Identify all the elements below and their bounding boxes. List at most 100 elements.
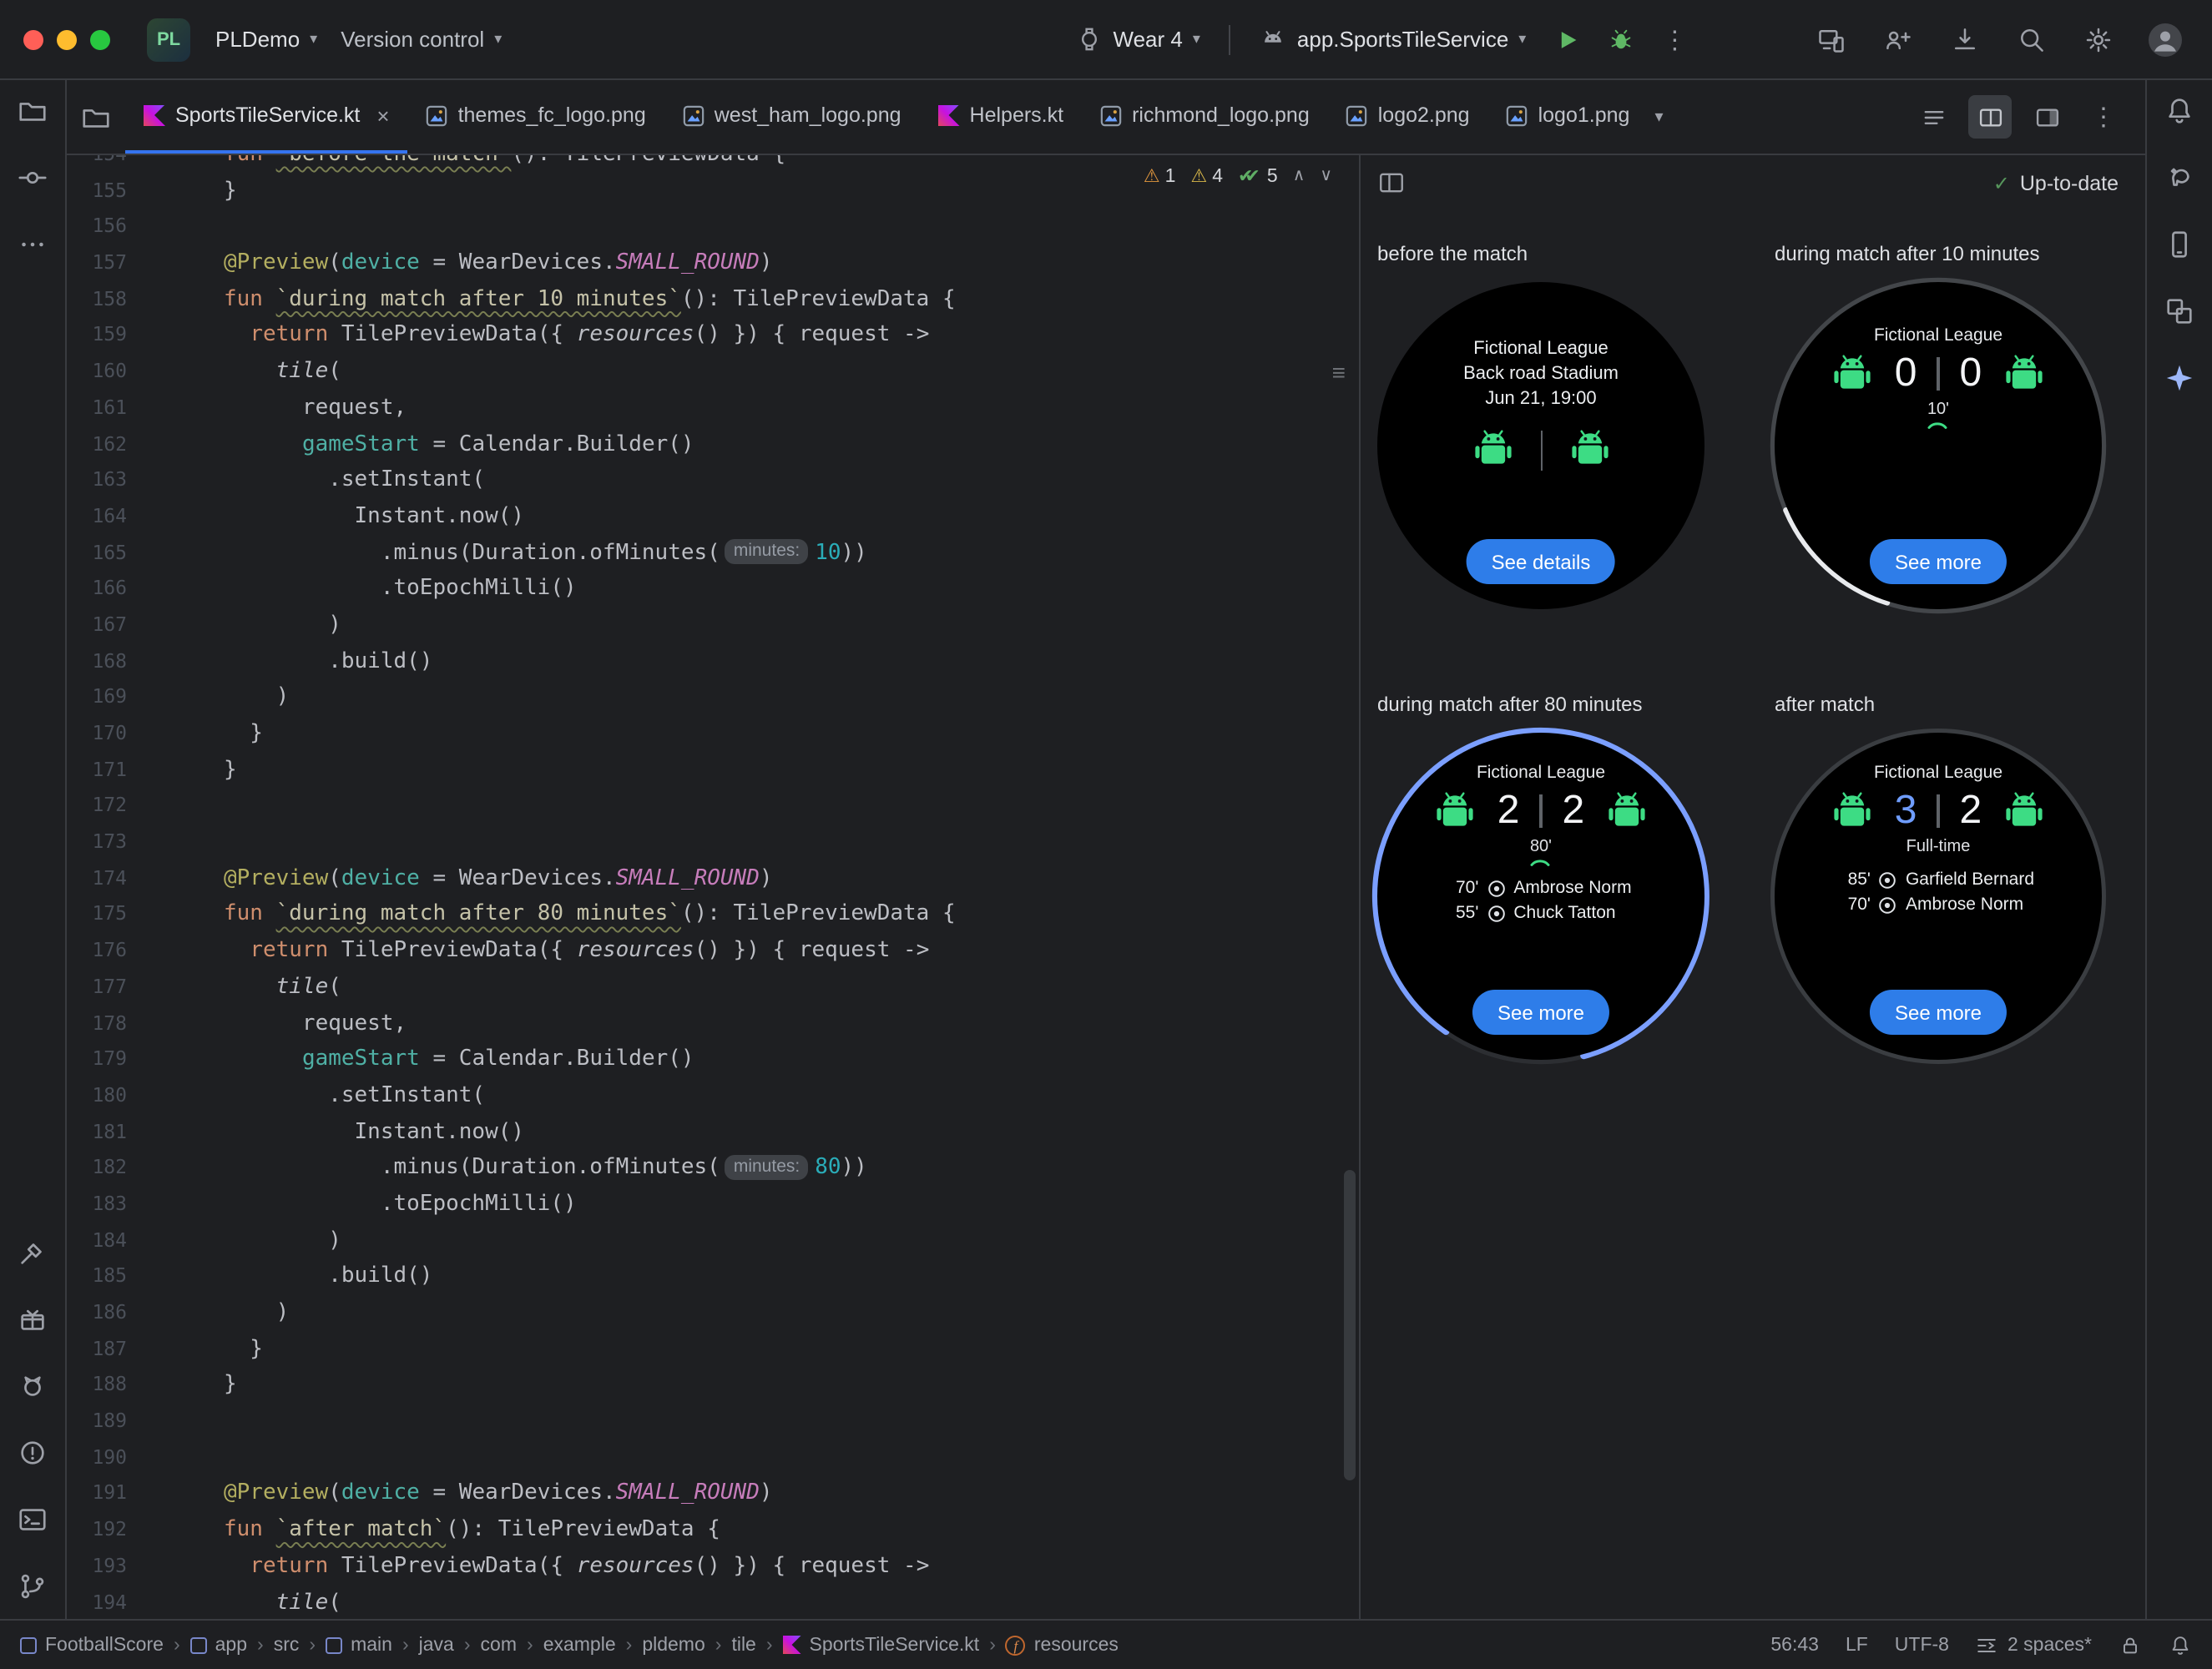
breadcrumb-item[interactable]: tile xyxy=(731,1635,755,1655)
code-line: 165 .minus(Duration.ofMinutes(minutes: 10… xyxy=(67,535,1349,571)
tab-Helpers.kt[interactable]: Helpers.kt xyxy=(920,80,1083,154)
breadcrumb-item[interactable]: example xyxy=(543,1635,616,1655)
zoom-window-button[interactable] xyxy=(90,29,110,49)
commit-icon[interactable] xyxy=(9,157,56,197)
cursor-position[interactable]: 56:43 xyxy=(1770,1635,1819,1655)
watch-device-icon xyxy=(1081,28,1097,51)
device-selector[interactable]: Wear 4 ▾ xyxy=(1063,18,1212,60)
sync-status-label: Up-to-date xyxy=(2019,172,2119,195)
more-actions-button[interactable]: ⋮ xyxy=(1651,16,1698,63)
watch-action-button[interactable]: See more xyxy=(1472,990,1610,1035)
breadcrumb-item[interactable]: f resources xyxy=(1005,1635,1119,1655)
run-button[interactable] xyxy=(1544,16,1591,63)
ball-icon xyxy=(1487,905,1505,921)
debug-button[interactable] xyxy=(1598,16,1644,63)
code-editor[interactable]: 154fun `before the match`(): TilePreview… xyxy=(67,155,1359,1619)
tab-logo2.png[interactable]: logo2.png xyxy=(1328,80,1488,154)
score-row: 32 xyxy=(1830,788,2047,834)
terminal-icon[interactable] xyxy=(9,1499,56,1539)
gemini-icon[interactable] xyxy=(2156,357,2203,397)
image-file-icon xyxy=(1507,104,1528,126)
code-line: 176 return TilePreviewData({ resources()… xyxy=(67,933,1349,969)
status-notifications-icon[interactable] xyxy=(2169,1633,2192,1656)
write-protect-icon[interactable] xyxy=(2119,1633,2142,1656)
breadcrumb-item[interactable]: java xyxy=(419,1635,454,1655)
preview-group-label: during match after 80 minutes xyxy=(1377,693,1643,716)
device-mirror-icon[interactable] xyxy=(1808,16,1855,63)
code-line: 158 fun `during match after 10 minutes`()… xyxy=(67,282,1349,318)
breadcrumb-item[interactable]: FootballScore xyxy=(20,1635,164,1655)
preview-layout-icon[interactable] xyxy=(2025,95,2068,139)
ball-icon xyxy=(1880,896,1896,913)
line-number: 172 xyxy=(92,793,127,817)
vcs-label: Version control xyxy=(341,27,485,52)
settings-icon[interactable] xyxy=(2075,16,2122,63)
breadcrumb-item[interactable]: main xyxy=(326,1635,392,1655)
vcs-menu[interactable]: Version control ▾ xyxy=(329,20,513,58)
project-selector[interactable]: PLDemo ▾ xyxy=(204,20,329,58)
next-problem-icon[interactable]: ∨ xyxy=(1320,167,1332,185)
line-separator[interactable]: LF xyxy=(1846,1635,1868,1655)
update-project-icon[interactable] xyxy=(1942,16,1988,63)
code-line: 171} xyxy=(67,752,1349,788)
code-text: tile( xyxy=(275,359,341,385)
profile-icon[interactable] xyxy=(2142,16,2189,63)
build-icon[interactable] xyxy=(9,1232,56,1272)
run-configuration-selector[interactable]: app.SportsTileService ▾ xyxy=(1247,18,1538,60)
code-text: .toEpochMilli() xyxy=(224,576,577,602)
watch-action-button[interactable]: See more xyxy=(1869,990,2007,1035)
preview-layout-mode-icon[interactable] xyxy=(1377,169,1406,197)
tab-west_ham_logo.png[interactable]: west_ham_logo.png xyxy=(664,80,920,154)
minimize-window-button[interactable] xyxy=(57,29,77,49)
prev-problem-icon[interactable]: ∧ xyxy=(1293,167,1305,185)
tab-richmond_logo.png[interactable]: richmond_logo.png xyxy=(1082,80,1328,154)
tab-SportsTileService.kt[interactable]: SportsTileService.kt × xyxy=(125,80,408,154)
breadcrumb-item[interactable]: pldemo xyxy=(642,1635,705,1655)
watch-action-button[interactable]: See more xyxy=(1869,539,2007,584)
editor-list-icon[interactable] xyxy=(1912,95,1955,139)
close-tab-icon[interactable]: × xyxy=(376,103,389,128)
resource-manager-icon[interactable] xyxy=(2156,290,2203,330)
code-text: .build() xyxy=(224,1263,433,1289)
notifications-icon[interactable] xyxy=(2156,90,2203,130)
project-icon[interactable] xyxy=(9,90,56,130)
watch-action-button[interactable]: See details xyxy=(1466,539,1616,584)
code-with-me-icon[interactable] xyxy=(1875,16,1922,63)
editor-scrollbar[interactable] xyxy=(1344,1170,1356,1480)
packages-icon[interactable] xyxy=(9,1298,56,1339)
breadcrumb-item[interactable]: src xyxy=(274,1635,300,1655)
scorers-list: 70' Ambrose Norm 55' Chuck Tatton xyxy=(1450,878,1632,923)
more-tools-icon[interactable] xyxy=(9,224,56,264)
indent-setting[interactable]: 2 spaces* xyxy=(1976,1633,2092,1656)
editor-actions-icon[interactable]: ≡ xyxy=(1332,359,1346,386)
tab-themes_fc_logo.png[interactable]: themes_fc_logo.png xyxy=(408,80,664,154)
code-line: 174 @Preview(device = WearDevices.SMALL_R… xyxy=(67,861,1349,897)
breadcrumb-item[interactable]: SportsTileService.kt xyxy=(782,1635,979,1655)
file-encoding[interactable]: UTF-8 xyxy=(1895,1635,1949,1655)
hidden-tabs-chevron-icon[interactable]: ▾ xyxy=(1654,108,1663,126)
tab-label: logo2.png xyxy=(1377,103,1470,127)
project-folder-icon[interactable] xyxy=(80,101,112,133)
breadcrumb-separator: › xyxy=(527,1635,533,1655)
version-control-icon[interactable] xyxy=(9,1566,56,1606)
watch-preview: before the match Fictional League Back roa… xyxy=(1377,242,1704,609)
inspections-widget[interactable]: ⚠ 1 ⚠ 4 ✔✔ 5 ∧ ∨ xyxy=(1144,165,1332,187)
watch-face: Fictional League 2 2 80' 70' Ambrose Norm 55' C… xyxy=(1371,727,1710,1065)
device-manager-icon[interactable] xyxy=(2156,224,2203,264)
split-editor-icon[interactable] xyxy=(1968,95,2012,139)
problems-icon[interactable] xyxy=(9,1432,56,1472)
tab-options-kebab-icon[interactable]: ⋮ xyxy=(2082,95,2125,139)
breadcrumb-item[interactable]: app xyxy=(189,1635,247,1655)
close-window-button[interactable] xyxy=(23,29,43,49)
preview-group-label: after match xyxy=(1775,693,1876,716)
run-toolbar: Wear 4 ▾ app.SportsTileService ▾ ⋮ xyxy=(1063,16,1699,63)
match-time: 80' xyxy=(1530,838,1552,866)
tab-label: Helpers.kt xyxy=(969,103,1064,127)
search-icon[interactable] xyxy=(2008,16,2055,63)
tab-logo1.png[interactable]: logo1.png xyxy=(1488,80,1649,154)
breadcrumb-item[interactable]: com xyxy=(481,1635,517,1655)
breadcrumb-separator: › xyxy=(463,1635,471,1655)
logcat-icon[interactable] xyxy=(9,1365,56,1405)
gradle-icon[interactable] xyxy=(2156,157,2203,197)
breadcrumb-separator: › xyxy=(625,1635,633,1655)
